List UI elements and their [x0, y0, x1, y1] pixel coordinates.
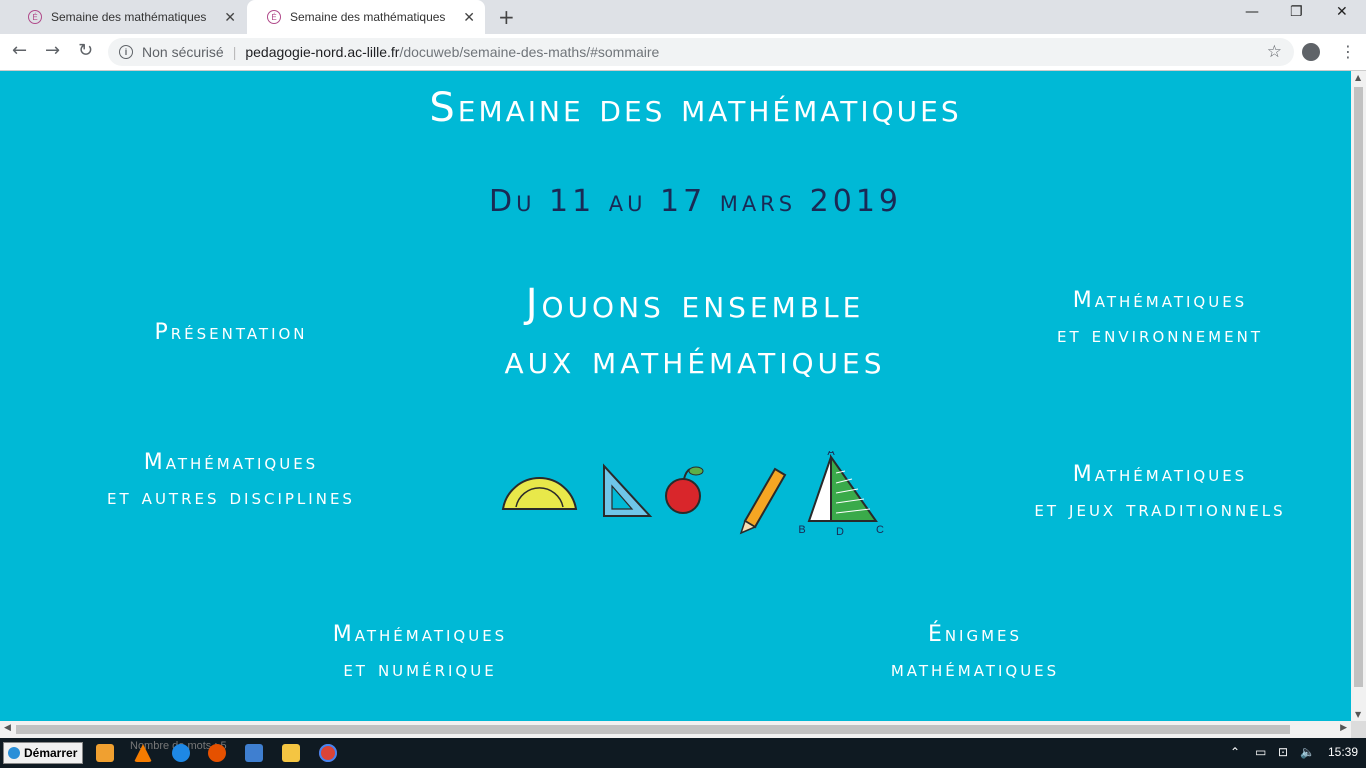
maximize-button[interactable]: ❐ [1290, 4, 1303, 20]
new-tab-button[interactable]: + [498, 5, 515, 29]
url-path: /docuweb/semaine-des-maths/#sommaire [399, 44, 660, 60]
triangle-label-b: B [798, 524, 805, 536]
link-line: Mathématiques [1072, 288, 1248, 313]
chrome-icon[interactable] [319, 744, 337, 762]
link-jeux[interactable]: Mathématiques et jeux traditionnels [1010, 457, 1310, 527]
horizontal-scrollbar[interactable]: ◀ ▶ [0, 721, 1351, 738]
scroll-right-icon[interactable]: ▶ [1340, 723, 1347, 733]
menu-icon[interactable]: ⋮ [1340, 42, 1356, 61]
divider: | [232, 44, 237, 60]
scroll-up-icon[interactable]: ▲ [1355, 73, 1361, 82]
scroll-thumb[interactable] [1354, 87, 1363, 687]
status-text: Nombre de mots : 5 [130, 740, 227, 752]
tab-label: Semaine des mathématiques [290, 10, 446, 24]
event-dates: Du 11 au 17 mars 2019 [489, 184, 902, 219]
vertical-scrollbar[interactable]: ▲ ▼ [1351, 71, 1366, 721]
link-line: Mathématiques [1072, 462, 1248, 487]
taskbar: Démarrer Nombre de mots : 5 ⌃ ▭ ⊡ 🔈 15:3… [0, 738, 1366, 768]
link-presentation[interactable]: Présentation [100, 315, 362, 350]
scroll-corner [1351, 721, 1366, 738]
tab-close-icon[interactable]: ✕ [224, 9, 236, 26]
triangle-label-d: D [836, 526, 844, 538]
link-line: Mathématiques [143, 450, 319, 475]
link-line: et jeux traditionnels [1034, 497, 1286, 523]
volume-icon[interactable]: 🔈 [1300, 745, 1315, 759]
scroll-left-icon[interactable]: ◀ [4, 723, 11, 733]
address-bar[interactable]: i Non sécurisé | pedagogie-nord.ac-lille… [108, 38, 1294, 66]
link-line: et environnement [1057, 323, 1263, 349]
media-player-icon[interactable] [96, 744, 114, 762]
triangle-label-a: A [827, 451, 835, 458]
ie-icon[interactable] [172, 744, 190, 762]
protractor-icon [501, 477, 578, 510]
link-line: et numérique [343, 657, 497, 683]
tab-label: Semaine des mathématiques [51, 10, 207, 24]
folder-icon[interactable] [282, 744, 300, 762]
security-label: Non sécurisé [142, 44, 224, 60]
clock[interactable]: 15:39 [1328, 745, 1358, 759]
firefox-icon[interactable] [208, 744, 226, 762]
apple-icon [665, 466, 704, 514]
tab-strip: É Semaine des mathématiques ✕ É Semaine … [0, 0, 1366, 34]
url-host: pedagogie-nord.ac-lille.fr [245, 44, 400, 60]
link-environnement[interactable]: Mathématiques et environnement [1020, 283, 1300, 353]
reload-button[interactable]: ↻ [78, 40, 93, 61]
network-icon[interactable]: ⊡ [1278, 745, 1288, 759]
link-line: et autres disciplines [107, 485, 355, 511]
site-favicon-icon: É [267, 10, 281, 24]
set-square-icon [603, 463, 653, 517]
profile-icon[interactable] [1302, 43, 1320, 61]
triangle-figure-icon: A B D C [798, 451, 884, 538]
link-enigmes[interactable]: Énigmes mathématiques [850, 617, 1100, 687]
back-button[interactable]: ← [12, 40, 27, 61]
tab-inactive[interactable]: É Semaine des mathématiques ✕ [8, 0, 246, 34]
star-icon[interactable]: ☆ [1267, 42, 1282, 62]
pencil-icon [739, 467, 787, 535]
link-line: Énigmes [927, 622, 1023, 647]
start-label: Démarrer [24, 746, 78, 760]
math-drawings: A B D C [501, 451, 884, 538]
show-hidden-icons-icon[interactable]: ⌃ [1230, 745, 1240, 759]
page-content: Semaine des mathématiques Du 11 au 17 ma… [0, 71, 1351, 721]
scroll-thumb[interactable] [16, 725, 1290, 734]
minimize-button[interactable]: — [1245, 4, 1259, 20]
link-disciplines[interactable]: Mathématiques et autres disciplines [90, 445, 372, 515]
info-icon[interactable]: i [119, 45, 133, 59]
start-button[interactable]: Démarrer [3, 742, 83, 764]
scroll-down-icon[interactable]: ▼ [1355, 710, 1361, 719]
headline: Jouons ensemble aux mathématiques [440, 276, 950, 388]
page-title: Semaine des mathématiques [429, 85, 962, 131]
headline-line-2: aux mathématiques [504, 337, 886, 383]
tab-close-icon[interactable]: ✕ [463, 9, 475, 26]
tab-active[interactable]: É Semaine des mathématiques ✕ [247, 0, 485, 34]
forward-button[interactable]: → [45, 40, 60, 61]
site-favicon-icon: É [28, 10, 42, 24]
triangle-label-c: C [876, 524, 884, 536]
network-app-icon[interactable] [245, 744, 263, 762]
battery-icon[interactable]: ▭ [1255, 745, 1266, 759]
link-numerique[interactable]: Mathématiques et numérique [290, 617, 550, 687]
headline-line-1: Jouons ensemble [525, 281, 865, 327]
link-line: Mathématiques [332, 622, 508, 647]
close-window-button[interactable]: ✕ [1336, 4, 1348, 20]
link-line: mathématiques [890, 657, 1060, 683]
windows-logo-icon [8, 747, 20, 759]
browser-toolbar: ← → ↻ i Non sécurisé | pedagogie-nord.ac… [0, 34, 1366, 71]
